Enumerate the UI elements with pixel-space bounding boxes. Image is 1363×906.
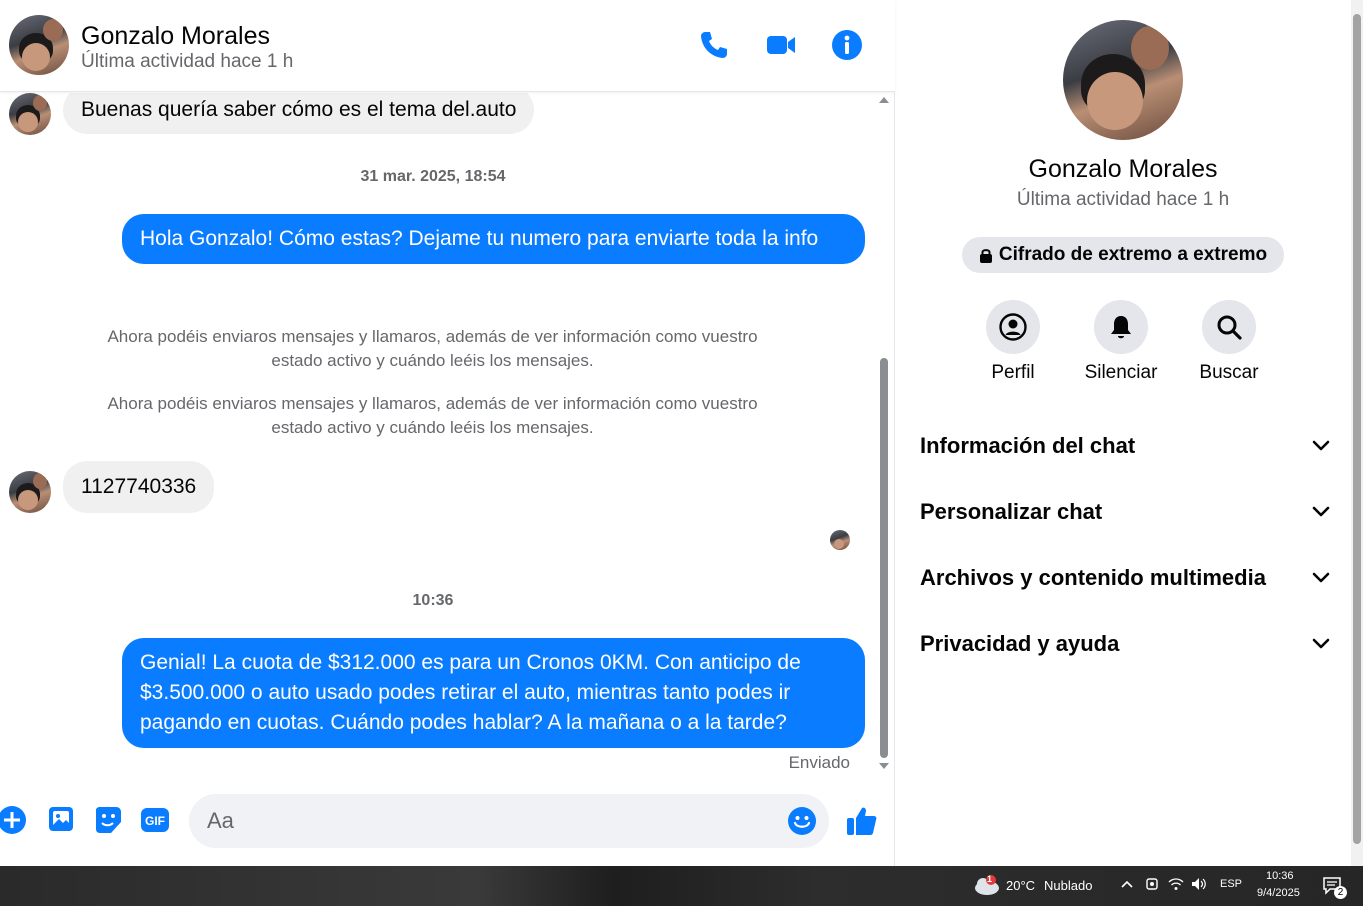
timestamp: 31 mar. 2025, 18:54 (360, 168, 506, 185)
weather-badge: 1 (987, 874, 993, 884)
taskbar: 1 20°C Nublado ESP 10:36 9/4/2025 2 (0, 866, 1363, 906)
weather-desc[interactable]: Nublado (1044, 878, 1092, 893)
section-title: Archivos y contenido multimedia (920, 565, 1266, 590)
message-avatar[interactable] (9, 471, 51, 513)
profile-name: Gonzalo Morales (1028, 155, 1218, 183)
chevron-down-icon (1312, 506, 1330, 517)
search-label: Buscar (1199, 362, 1259, 383)
lock-icon (979, 249, 992, 263)
svg-text:GIF: GIF (145, 814, 165, 828)
section-media-files[interactable]: Archivos y contenido multimedia (920, 556, 1330, 600)
search-icon (1217, 315, 1242, 340)
system-notice: Ahora podéis enviaros mensajes y llamaro… (107, 394, 758, 437)
phone-call-icon[interactable] (697, 28, 731, 62)
device-icon[interactable] (1145, 877, 1159, 891)
read-receipt-avatar (830, 530, 850, 550)
search-button[interactable]: Buscar (1179, 300, 1279, 384)
message-input-box[interactable] (189, 794, 829, 848)
section-title: Información del chat (920, 433, 1136, 458)
weather-cloud-icon[interactable] (972, 874, 1000, 896)
sent-status: Enviado (788, 753, 850, 772)
sticker-icon[interactable] (92, 804, 124, 836)
chat-info-panel: Gonzalo Morales Última actividad hace 1 … (896, 0, 1350, 866)
gif-icon[interactable]: GIF (139, 804, 171, 836)
incoming-message[interactable]: Buenas quería saber cómo es el tema del.… (63, 93, 535, 134)
section-privacy-help[interactable]: Privacidad y ayuda (920, 622, 1330, 666)
scroll-down-icon[interactable] (879, 763, 889, 769)
section-title: Privacidad y ayuda (920, 631, 1120, 656)
section-chat-info[interactable]: Información del chat (920, 424, 1330, 468)
video-call-icon[interactable] (764, 28, 798, 62)
messenger-app: Gonzalo Morales Última actividad hace 1 … (0, 0, 1363, 866)
timestamp: 10:36 (412, 592, 454, 609)
scroll-thumb[interactable] (880, 358, 888, 758)
outgoing-message[interactable]: Hola Gonzalo! Cómo estas? Dejame tu nume… (122, 214, 865, 264)
clock-date[interactable]: 9/4/2025 (1257, 887, 1300, 899)
contact-avatar[interactable] (9, 15, 69, 75)
emoji-icon[interactable] (787, 806, 817, 836)
notification-count: 2 (1334, 886, 1347, 899)
chevron-up-icon[interactable] (1121, 879, 1133, 889)
incoming-message[interactable]: 1127740336 (63, 461, 215, 513)
info-icon[interactable] (830, 28, 864, 62)
chat-scrollbar[interactable] (878, 93, 890, 776)
language-indicator[interactable]: ESP (1220, 878, 1242, 890)
outgoing-message[interactable]: Genial! La cuota de $312.000 es para un … (122, 638, 865, 748)
chevron-down-icon (1312, 440, 1330, 451)
profile-button[interactable]: Perfil (963, 300, 1063, 384)
message-list[interactable]: Buenas quería saber cómo es el tema del.… (0, 93, 878, 776)
gallery-icon[interactable] (45, 804, 77, 836)
profile-avatar[interactable] (1063, 20, 1183, 140)
scroll-up-icon[interactable] (879, 97, 889, 103)
section-customize-chat[interactable]: Personalizar chat (920, 490, 1330, 534)
composer: GIF (0, 790, 895, 852)
message-avatar[interactable] (9, 93, 51, 135)
like-icon[interactable] (845, 804, 879, 838)
chat-header: Gonzalo Morales Última actividad hace 1 … (0, 0, 895, 92)
section-title: Personalizar chat (920, 499, 1103, 524)
contact-status: Última actividad hace 1 h (81, 51, 294, 72)
add-icon[interactable] (0, 804, 28, 836)
weather-temp[interactable]: 20°C (1006, 878, 1035, 893)
profile-icon (999, 313, 1027, 341)
encryption-label: Cifrado de extremo a extremo (998, 244, 1268, 265)
profile-label: Perfil (991, 362, 1035, 383)
mute-label: Silenciar (1084, 362, 1158, 383)
mute-button[interactable]: Silenciar (1071, 300, 1171, 384)
contact-name[interactable]: Gonzalo Morales (81, 22, 270, 51)
clock-time[interactable]: 10:36 (1266, 870, 1294, 882)
window-scroll-thumb[interactable] (1353, 14, 1361, 844)
encryption-badge[interactable]: Cifrado de extremo a extremo (962, 237, 1284, 273)
volume-icon[interactable] (1191, 877, 1207, 891)
wifi-icon[interactable] (1168, 877, 1184, 891)
message-input[interactable] (207, 794, 777, 848)
window-scrollbar[interactable] (1351, 0, 1363, 866)
chevron-down-icon (1312, 572, 1330, 583)
chevron-down-icon (1312, 638, 1330, 649)
bell-icon (1111, 316, 1131, 339)
chat-pane: Gonzalo Morales Última actividad hace 1 … (0, 0, 895, 866)
profile-status: Última actividad hace 1 h (1016, 189, 1230, 210)
system-notice: Ahora podéis enviaros mensajes y llamaro… (107, 327, 758, 370)
